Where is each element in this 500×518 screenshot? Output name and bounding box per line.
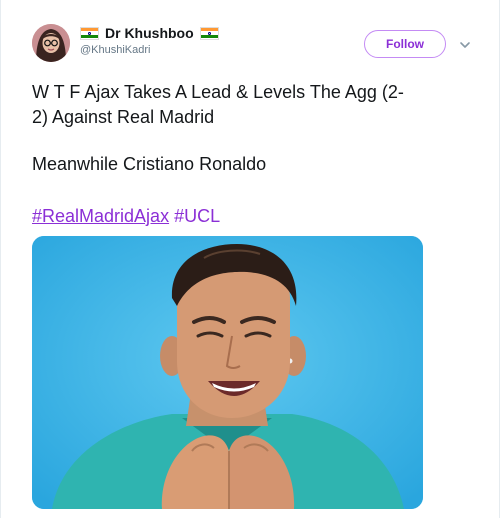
avatar[interactable]	[32, 24, 70, 62]
follow-button[interactable]: Follow	[364, 30, 446, 58]
chevron-down-icon[interactable]	[459, 38, 471, 50]
hashtag-link-ucl[interactable]: #UCL	[174, 206, 220, 226]
author-name-row: Dr Khushboo	[80, 25, 219, 41]
laughing-man-photo	[32, 236, 423, 509]
tweet-text-line: 2) Against Real Madrid	[32, 107, 215, 127]
india-flag-icon	[80, 26, 99, 40]
tweet-text-line: W T F Ajax Takes A Lead & Levels The Agg…	[32, 82, 404, 102]
india-flag-icon	[199, 26, 219, 40]
hashtag-link-realmadridajax[interactable]: #RealMadridAjax	[32, 206, 169, 226]
hashtags: #RealMadridAjax #UCL	[32, 204, 220, 229]
tweet-media-image[interactable]	[32, 236, 423, 509]
tweet-card: Dr Khushboo @KhushiKadri Follow W T F Aj…	[0, 0, 500, 518]
tweet-text-line: Meanwhile Cristiano Ronaldo	[32, 154, 267, 174]
author-handle[interactable]: @KhushiKadri	[80, 44, 150, 56]
author-name[interactable]: Dr Khushboo	[105, 25, 194, 41]
